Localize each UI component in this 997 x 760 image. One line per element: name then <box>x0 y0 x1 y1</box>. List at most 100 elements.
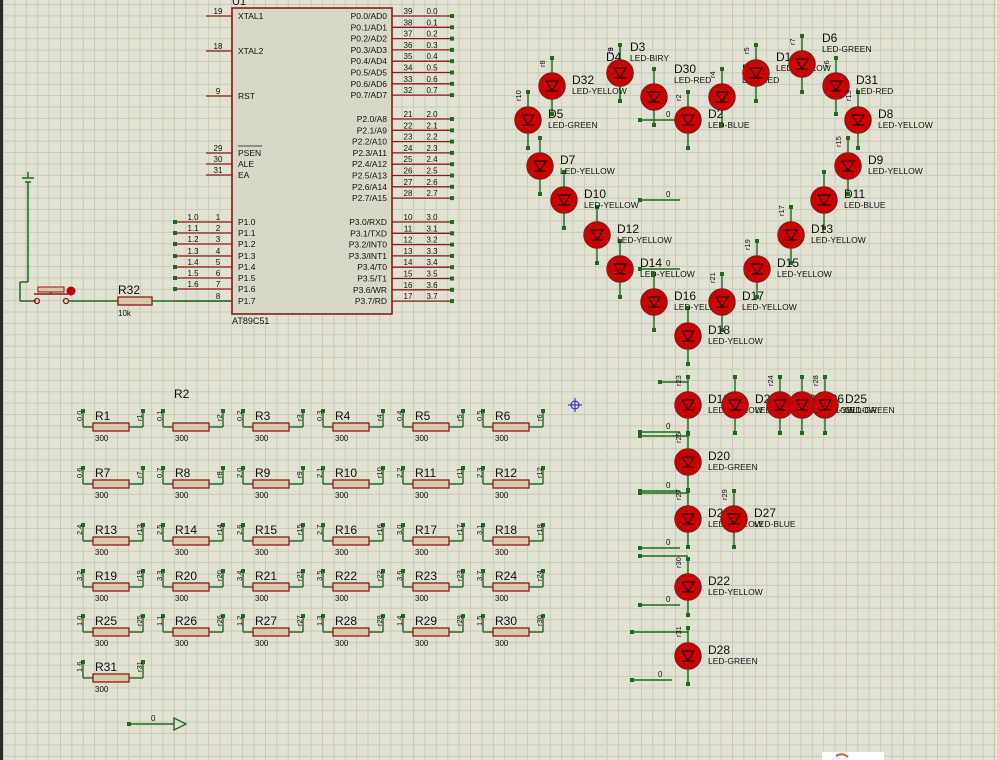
chip-part: AT89C51 <box>232 316 269 326</box>
resistor-output-net: r13 <box>135 524 144 535</box>
pin-number: 7 <box>216 280 221 289</box>
resistor-r27[interactable]: 1.2 r27 R27 300 <box>235 614 305 648</box>
resistor-r20[interactable]: 3.3 r20 R20 300 <box>155 569 225 603</box>
pin-number: 24 <box>404 144 413 153</box>
pin-number: 2 <box>216 224 221 233</box>
resistor-ref: R19 <box>95 569 117 583</box>
resistor-input-net: 1.5 <box>475 616 484 626</box>
resistor-r1[interactable]: 0.0 r1 R1 300 <box>75 409 145 443</box>
pin-number: 19 <box>214 7 223 16</box>
resistor-r31[interactable]: 1.6 r31 R31 300 <box>75 660 145 694</box>
pin-net-label: 2.6 <box>426 178 438 187</box>
resistor-value: 300 <box>175 434 189 443</box>
resistor-r6[interactable]: 0.5 r6 R6 300 <box>475 409 545 443</box>
pin-net-label: 1.5 <box>187 269 199 278</box>
resistor-r10[interactable]: 2.1 r10 R10 300 <box>315 466 385 500</box>
led-d27[interactable]: D27LED-BLUE r29 <box>720 489 796 533</box>
resistor-ref: R31 <box>95 660 117 674</box>
resistor-value: 300 <box>95 639 109 648</box>
schematic-drawing: U1 AT89C51 19 XTAL118 XTAL29 RST29 PSEN30 ALE… <box>19 0 933 760</box>
resistor-ref: R22 <box>335 569 357 583</box>
pin-net-label: 2.0 <box>426 110 438 119</box>
pin-name: P0.7/AD7 <box>351 90 388 100</box>
resistor-output-net: r23 <box>455 570 464 581</box>
led-net-label: r29 <box>720 489 729 500</box>
led-net-label: r7 <box>788 38 797 45</box>
resistor-ref: R8 <box>175 466 191 480</box>
led-d25[interactable]: D25LED-GREEN r28 <box>811 375 895 419</box>
resistor-r15[interactable]: 2.6 r15 R15 300 <box>235 523 305 557</box>
pin-net-label: 2.3 <box>426 144 438 153</box>
pin-number: 17 <box>404 292 413 301</box>
microcontroller-u1[interactable]: U1 AT89C51 19 XTAL118 XTAL29 RST29 PSEN30 ALE… <box>173 0 454 326</box>
resistor-r21[interactable]: 3.4 r21 R21 300 <box>235 569 305 603</box>
pin-net-label: 0.0 <box>426 7 438 16</box>
resistor-output-net: r28 <box>375 615 384 626</box>
resistor-r24[interactable]: 3.7 r24 R24 300 <box>475 569 545 603</box>
resistor-value: 300 <box>95 548 109 557</box>
pin-name: P1.5 <box>238 273 256 283</box>
led-d10[interactable]: D10LED-YELLOW <box>550 186 639 214</box>
resistor-value: 300 <box>335 639 349 648</box>
led-d30[interactable]: D30LED-RED <box>640 62 711 111</box>
resistor-r19[interactable]: 3.2 r19 R19 300 <box>75 569 145 603</box>
pin-name: P0.0/AD0 <box>351 11 388 21</box>
resistor-r30[interactable]: 1.5 r30 R30 300 <box>475 614 545 648</box>
led-d31[interactable]: D31LED-RED r6 <box>822 60 893 100</box>
led-ref: D6 <box>822 31 838 45</box>
resistor-r5[interactable]: 0.4 r5 R5 300 <box>395 409 465 443</box>
resistor-r26[interactable]: 1.1 r26 R26 300 <box>155 614 225 648</box>
resistor-r17[interactable]: 3.0 r17 R17 300 <box>395 523 465 557</box>
pin-number: 4 <box>216 247 221 256</box>
led-d20[interactable]: D20LED-GREEN r25 <box>674 432 758 476</box>
resistor-r4[interactable]: 0.3 r4 R4 300 <box>315 409 385 443</box>
led-net-label: r17 <box>777 205 786 216</box>
pin-name: ALE <box>238 159 254 169</box>
resistor-ref: R18 <box>495 523 517 537</box>
led-net-label: r8 <box>538 60 547 67</box>
resistor-input-net: 2.0 <box>235 468 244 478</box>
r32-ref: R32 <box>118 283 140 297</box>
resistor-r14[interactable]: 2.5 r14 R14 300 <box>155 523 225 557</box>
led-d7[interactable]: D7LED-YELLOW <box>526 152 615 180</box>
resistor-r22[interactable]: 3.5 r22 R22 300 <box>315 569 385 603</box>
led-d12[interactable]: D12LED-YELLOW <box>583 221 672 249</box>
led-type: LED-GREEN <box>822 44 872 54</box>
resistor-r13[interactable]: 2.4 r13 R13 300 <box>75 523 145 557</box>
resistor-r23[interactable]: 3.6 r23 R23 300 <box>395 569 465 603</box>
pin-name: P1.6 <box>238 284 256 294</box>
resistor-input-net: 0.6 <box>75 468 84 478</box>
resistor-input-net: 3.1 <box>475 525 484 535</box>
resistor-r8[interactable]: 0.7 r8 R8 300 <box>155 466 225 500</box>
resistor-r28[interactable]: 1.3 r28 R28 300 <box>315 614 385 648</box>
resistor-r32[interactable]: R32 10k <box>117 283 153 318</box>
resistor-input-net: 2.5 <box>155 525 164 535</box>
pin-number: 35 <box>404 52 413 61</box>
led-type: LED-YELLOW <box>868 166 923 176</box>
resistor-r7[interactable]: 0.6 r7 R7 300 <box>75 466 145 500</box>
led-type: LED-YELLOW <box>708 587 763 597</box>
pin-name: P1.3 <box>238 251 256 261</box>
resistor-r11[interactable]: 2.2 r11 R11 300 <box>395 466 465 500</box>
pin-number: 39 <box>404 7 413 16</box>
pin-net-label: 3.3 <box>426 247 438 256</box>
resistor-r18[interactable]: 3.1 r18 R18 300 <box>475 523 545 557</box>
pin-net-label: 3.2 <box>426 236 438 245</box>
led-d11[interactable]: D11LED-BLUE <box>810 186 886 214</box>
led-d18[interactable]: D18LED-YELLOW <box>674 322 763 350</box>
pin-number: 9 <box>216 87 221 96</box>
resistor-r3[interactable]: 0.2 r3 R3 300 <box>235 409 305 443</box>
pin-name: P2.5/A13 <box>352 171 387 181</box>
pin-net-label: 2.5 <box>426 167 438 176</box>
pin-number: 8 <box>216 292 221 301</box>
resistor-r2[interactable]: 0.1 r2 300 <box>155 409 225 443</box>
resistor-input-net: 1.0 <box>75 616 84 626</box>
resistor-value: 300 <box>175 548 189 557</box>
resistor-r29[interactable]: 1.4 r29 R29 300 <box>395 614 465 648</box>
resistor-r12[interactable]: 2.3 r12 R12 300 <box>475 466 545 500</box>
led-d14[interactable]: D14LED-YELLOW <box>606 255 695 283</box>
resistor-r16[interactable]: 2.7 r16 R16 300 <box>315 523 385 557</box>
resistor-r25[interactable]: 1.0 r25 R25 300 <box>75 614 145 648</box>
resistor-r9[interactable]: 2.0 r9 R9 300 <box>235 466 305 500</box>
led-d3[interactable]: D3LED-BIRY r3 <box>606 40 669 87</box>
